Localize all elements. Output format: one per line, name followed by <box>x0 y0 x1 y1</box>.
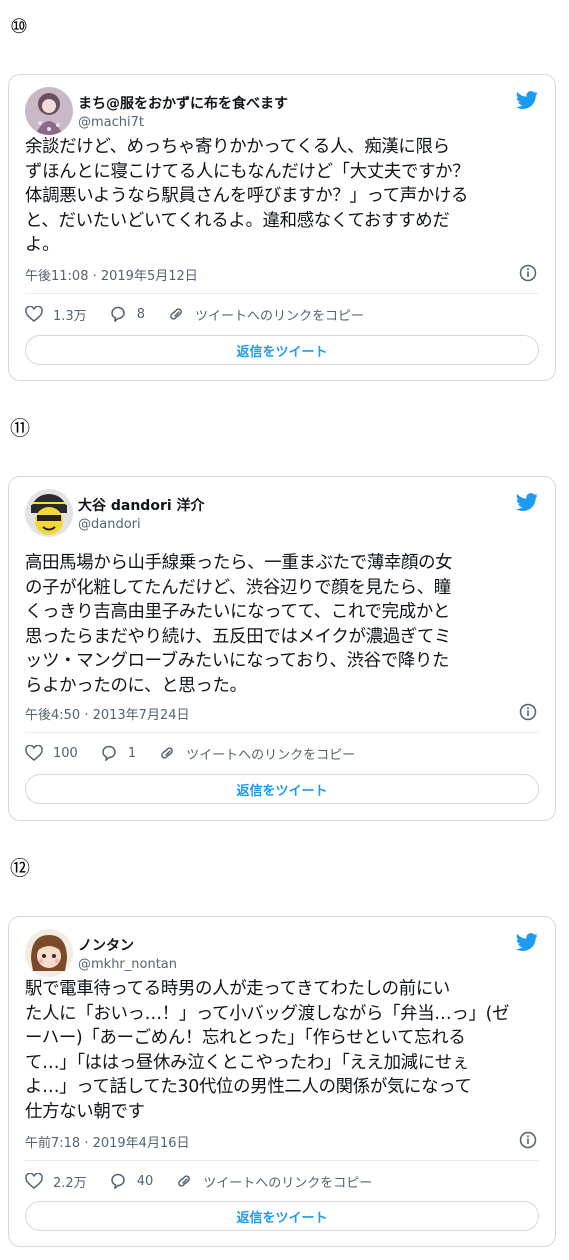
action-bar: 2.2万 40 ツイートへのリンクをコピー <box>25 1171 539 1191</box>
heart-icon <box>25 1173 43 1189</box>
avatar[interactable] <box>25 489 73 537</box>
user-handle[interactable]: @machi7t <box>78 115 144 130</box>
copy-link-label: ツイートへのリンクをコピー <box>203 1175 373 1191</box>
info-icon[interactable] <box>519 264 537 282</box>
reply-count: 1 <box>127 745 137 761</box>
info-icon[interactable] <box>519 1131 537 1149</box>
info-icon[interactable] <box>519 703 537 721</box>
section-number: ⑩ <box>10 14 28 38</box>
divider <box>25 1160 539 1161</box>
like-count: 100 <box>53 745 78 761</box>
tweet-text: 駅で電車待ってる時男の人が走ってきてわたしの前にい た人に「おいっ…！」って小バ… <box>25 979 510 1122</box>
reply-count: 8 <box>136 306 145 322</box>
twitter-bird-icon[interactable] <box>515 931 539 953</box>
divider <box>25 732 539 733</box>
copy-link-label: ツイートへのリンクをコピー <box>194 308 364 324</box>
like-count: 1.3万 <box>53 308 87 324</box>
divider <box>25 293 539 294</box>
timestamp[interactable]: 午後11:08 · 2019年5月12日 <box>25 265 198 284</box>
like-count: 2.2万 <box>53 1175 87 1191</box>
tweet-card[interactable]: ノンタン @mkhr_nontan 駅で電車待ってる時男の人が走ってきてわたしの… <box>8 916 556 1247</box>
reply-bubble-icon <box>110 306 125 322</box>
reply-action[interactable]: 8 <box>109 306 145 322</box>
tweet-card[interactable]: まち@服をおかずに布を食べます @machi7t 余談だけど、めっちゃ寄りかかっ… <box>8 74 556 381</box>
heart-icon <box>25 306 43 322</box>
display-name[interactable]: まち@服をおかずに布を食べます <box>78 93 288 113</box>
like-button[interactable]: 100 <box>25 745 78 761</box>
reply-tweet-button[interactable]: 返信をツイート <box>25 774 539 804</box>
display-name[interactable]: 大谷 dandori 洋介 <box>78 495 205 515</box>
copy-link-button[interactable]: ツイートへのリンクをコピー <box>158 744 355 763</box>
section-number: ⑫ <box>10 856 30 880</box>
section-number: ⑪ <box>10 416 30 440</box>
copy-link-button[interactable]: ツイートへのリンクをコピー <box>167 305 364 324</box>
like-button[interactable]: 1.3万 <box>25 305 87 324</box>
timestamp[interactable]: 午前7:18 · 2019年4月16日 <box>25 1132 190 1151</box>
display-name[interactable]: ノンタン <box>78 935 134 955</box>
tweet-card[interactable]: 大谷 dandori 洋介 @dandori 高田馬場から山手線乗ったら、一重ま… <box>8 476 556 821</box>
action-bar: 1.3万 8 ツイートへのリンクをコピー <box>25 304 539 324</box>
avatar[interactable] <box>25 929 73 977</box>
copy-link-label: ツイートへのリンクをコピー <box>186 747 356 763</box>
like-button[interactable]: 2.2万 <box>25 1172 87 1191</box>
tweet-text: 高田馬場から山手線乗ったら、一重まぶたで薄幸顔の女 の子が化粧してたんだけど、渋… <box>25 553 453 696</box>
link-icon <box>161 747 173 759</box>
user-handle[interactable]: @mkhr_nontan <box>78 957 177 972</box>
tweet-text: 余談だけど、めっちゃ寄りかかってくる人、痴漢に限ら ずほんとに寝こけてる人にもな… <box>25 137 470 255</box>
avatar[interactable] <box>25 87 73 135</box>
twitter-bird-icon[interactable] <box>515 491 539 513</box>
link-icon <box>178 1175 191 1187</box>
link-icon <box>170 308 182 320</box>
copy-link-button[interactable]: ツイートへのリンクをコピー <box>175 1172 372 1191</box>
timestamp[interactable]: 午後4:50 · 2013年7月24日 <box>25 704 190 723</box>
reply-tweet-button[interactable]: 返信をツイート <box>25 335 539 365</box>
reply-bubble-icon <box>110 1173 125 1189</box>
reply-action[interactable]: 1 <box>100 745 136 761</box>
reply-bubble-icon <box>102 745 116 761</box>
reply-count: 40 <box>136 1173 154 1189</box>
reply-tweet-button[interactable]: 返信をツイート <box>25 1201 539 1231</box>
action-bar: 100 1 ツイートへのリンクをコピー <box>25 743 539 763</box>
user-handle[interactable]: @dandori <box>78 517 141 532</box>
heart-icon <box>25 745 43 761</box>
reply-action[interactable]: 40 <box>109 1173 154 1189</box>
twitter-bird-icon[interactable] <box>515 89 539 111</box>
